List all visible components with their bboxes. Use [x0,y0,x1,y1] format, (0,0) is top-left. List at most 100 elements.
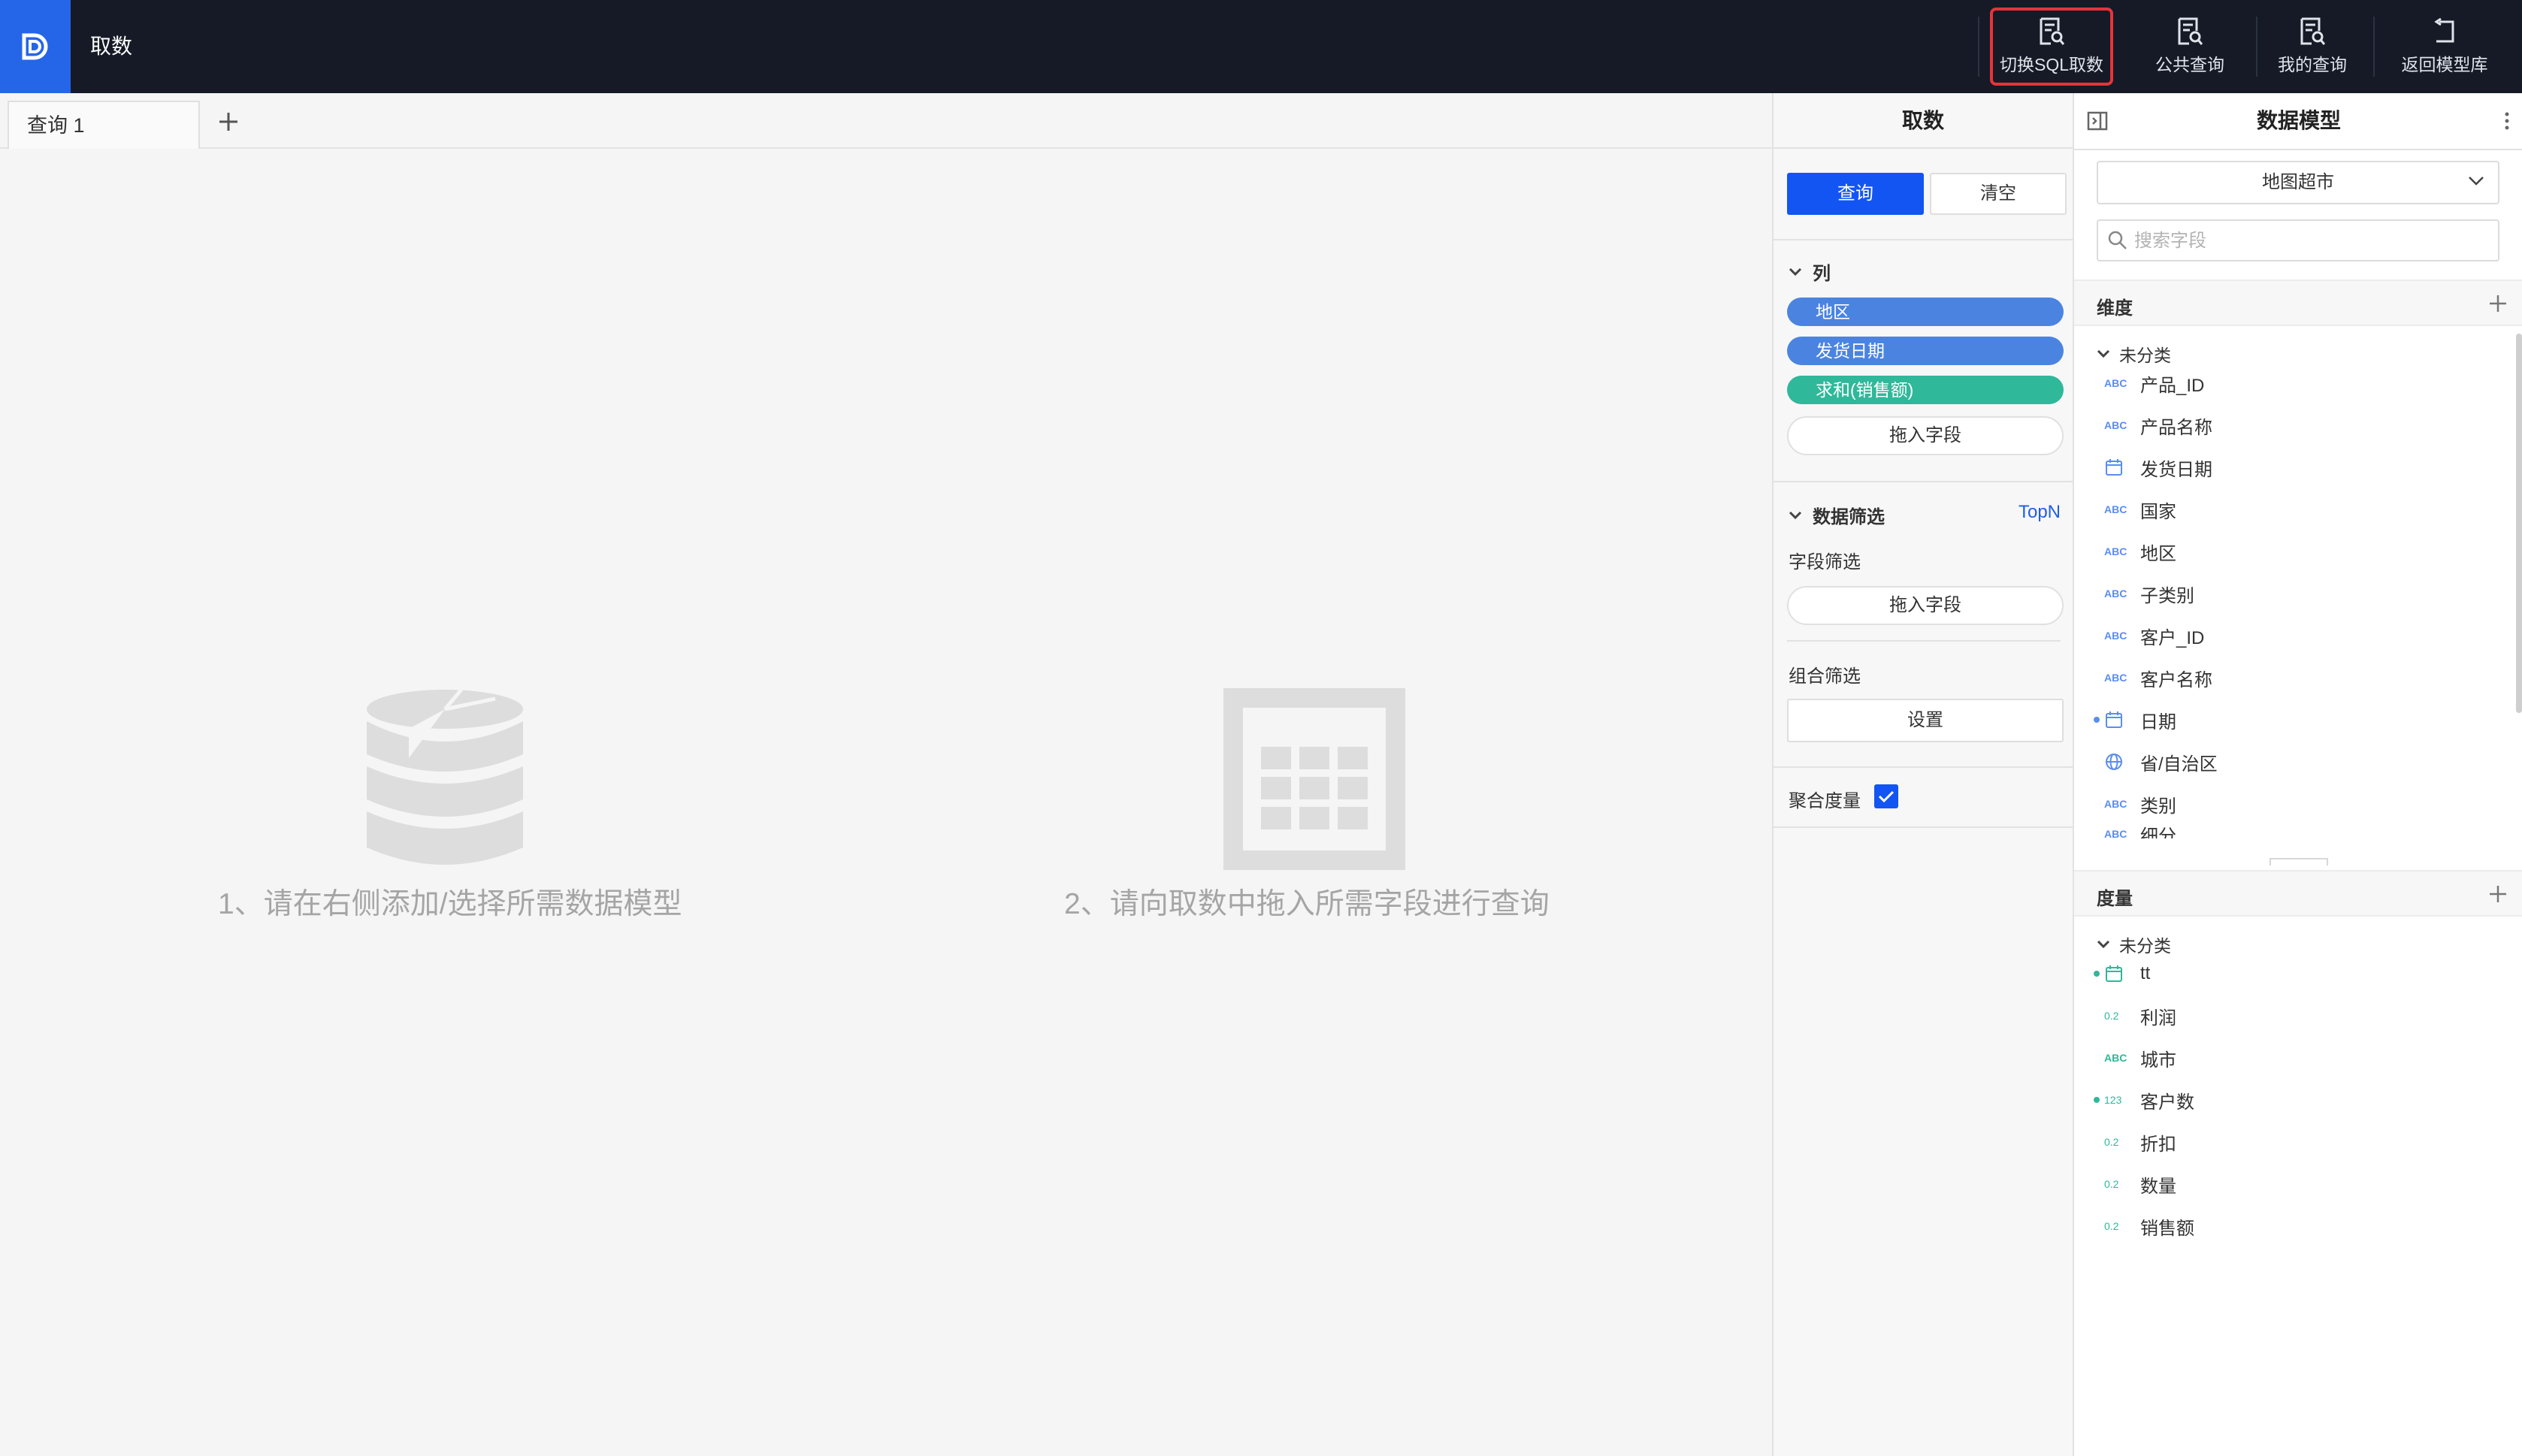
query-button[interactable]: 查询 [1787,173,1924,215]
table-icon [1223,688,1405,870]
field-item[interactable]: ABC 地区 [2104,535,2176,568]
text-type-icon: ABC [2104,798,2127,810]
field-item[interactable]: ABC 类别 [2104,787,2176,820]
text-type-icon: ABC [2104,545,2127,557]
measures-section-header: 度量 [2074,870,2522,917]
columns-section-header[interactable]: 列 [1789,258,1831,285]
toolbar-divider [1978,17,1979,77]
combo-filter-label: 组合筛选 [1789,666,1861,687]
divider [1774,481,2073,482]
field-item[interactable]: 0.2 折扣 [2104,1125,2176,1158]
sql-query-icon [2039,17,2064,46]
field-item[interactable]: ABC 客户_ID [2104,619,2204,652]
field-search-input[interactable] [2133,225,2489,257]
query-tab-bar: 查询 1 [0,93,1772,149]
switch-sql-button[interactable]: 切换SQL取数 [1990,8,2113,86]
field-item[interactable]: 123 客户数 [2094,1083,2194,1116]
aggregate-measure-checkbox[interactable] [1874,784,1898,808]
field-item[interactable]: ABC 子类别 [2104,577,2194,610]
field-search-box[interactable] [2097,219,2499,261]
chevron-down-icon [2468,176,2484,186]
text-type-icon: ABC [2104,377,2127,389]
return-model-library-button[interactable]: 返回模型库 [2379,0,2510,93]
text-type-icon: ABC [2104,1052,2127,1064]
columns-section-title: 列 [1813,264,1831,284]
divider [1787,640,2061,642]
measure-group-label: 未分类 [2119,936,2171,956]
more-options-button[interactable] [2502,110,2511,132]
add-tab-button[interactable] [215,108,242,135]
return-icon [2432,17,2457,46]
field-item[interactable]: ABC 产品_ID [2104,367,2204,400]
text-type-icon: ABC [2104,588,2127,600]
plus-icon [219,113,237,131]
field-item[interactable]: tt [2094,957,2150,990]
scrollbar-thumb[interactable] [2516,334,2522,713]
columns-drop-zone[interactable]: 拖入字段 [1787,416,2064,455]
measures-title: 度量 [2097,889,2133,909]
field-item[interactable]: 发货日期 [2104,451,2212,484]
field-item[interactable]: 日期 [2094,703,2176,736]
status-dot [2094,1097,2100,1103]
chevron-down-icon [1789,267,1802,276]
chevron-down-icon [2097,940,2110,949]
divider [2074,149,2522,150]
field-item[interactable]: 0.2 利润 [2104,999,2176,1032]
field-filter-label: 字段筛选 [1789,552,1861,572]
hint-drag-fields: 2、请向取数中拖入所需字段进行查询 [1064,888,1550,920]
fetch-panel: 取数 查询 清空 列 地区 发货日期 求和(销售额) 拖入字段 数据筛选 Top… [1772,93,2073,1456]
public-query-button[interactable]: 公共查询 [2128,0,2251,93]
text-type-icon: ABC [2104,630,2127,642]
divider [1774,239,2073,240]
chevron-down-icon [1789,511,1802,520]
dimensions-title: 维度 [2097,298,2133,319]
measure-group-header[interactable]: 未分类 [2097,932,2171,957]
app-logo[interactable] [0,0,71,93]
filter-section-title: 数据筛选 [1813,507,1885,527]
topn-link[interactable]: TopN [2019,502,2061,523]
field-item[interactable]: 0.2 数量 [2104,1168,2176,1201]
combo-filter-settings-button[interactable]: 设置 [1787,699,2064,742]
my-query-button[interactable]: 我的查询 [2257,0,2367,93]
data-model-panel: 数据模型 地图超市 维度 未分类 ABC产品_ID ABC产品名称 发货日期 A… [2073,93,2522,1456]
clear-button[interactable]: 清空 [1930,173,2067,215]
more-vertical-icon [2505,112,2509,130]
field-item[interactable]: ABC 城市 [2104,1041,2176,1074]
field-item[interactable]: ABC 细分 [2104,822,2176,839]
field-item[interactable]: ABC 国家 [2104,493,2176,526]
decimal-type-icon: 0.2 [2104,1136,2119,1148]
field-item[interactable]: 0.2 销售额 [2104,1210,2194,1243]
divider [1774,826,2073,828]
dimension-group-header[interactable]: 未分类 [2097,341,2171,367]
calendar-icon [2104,710,2127,730]
text-type-icon: ABC [2104,503,2127,515]
add-measure-button[interactable] [2487,884,2508,905]
filter-section-header[interactable]: 数据筛选 [1789,502,1885,528]
aggregate-measure-label: 聚合度量 [1789,791,1861,811]
data-model-title: 数据模型 [2256,109,2341,132]
hint-add-model: 1、请在右侧添加/选择所需数据模型 [218,888,682,920]
dimension-group-label: 未分类 [2119,346,2171,365]
tab-query-1[interactable]: 查询 1 [8,101,200,149]
field-item[interactable]: ABC 产品名称 [2104,409,2212,442]
chevron-down-icon [2097,349,2110,358]
add-dimension-button[interactable] [2487,293,2508,314]
query-canvas[interactable]: 1、请在右侧添加/选择所需数据模型 2、请向取数中拖入所需字段进行查询 [0,149,1772,1456]
measure-list: tt 0.2 利润 ABC 城市 123 客户数 0.2 折扣 0.2 数量 0.2 销售额 [2074,957,2517,1273]
field-item[interactable]: ABC 客户名称 [2104,661,2212,694]
divider [1774,766,2073,768]
status-dot [2094,971,2100,977]
app-title: 取数 [90,35,133,58]
my-query-icon [2300,17,2325,46]
dimension-list-overflow: ABC 细分 [2074,822,2517,839]
model-select[interactable]: 地图超市 [2097,161,2499,204]
column-pill-sum-sales[interactable]: 求和(销售额) [1787,376,2064,404]
resize-handle[interactable] [2269,858,2328,865]
switch-sql-label: 切换SQL取数 [1999,55,2104,74]
integer-type-icon: 123 [2104,1094,2122,1106]
column-pill-ship-date[interactable]: 发货日期 [1787,337,2064,365]
field-item[interactable]: 省/自治区 [2104,745,2218,778]
decimal-type-icon: 0.2 [2104,1220,2119,1232]
filter-drop-zone[interactable]: 拖入字段 [1787,586,2064,625]
column-pill-region[interactable]: 地区 [1787,298,2064,326]
